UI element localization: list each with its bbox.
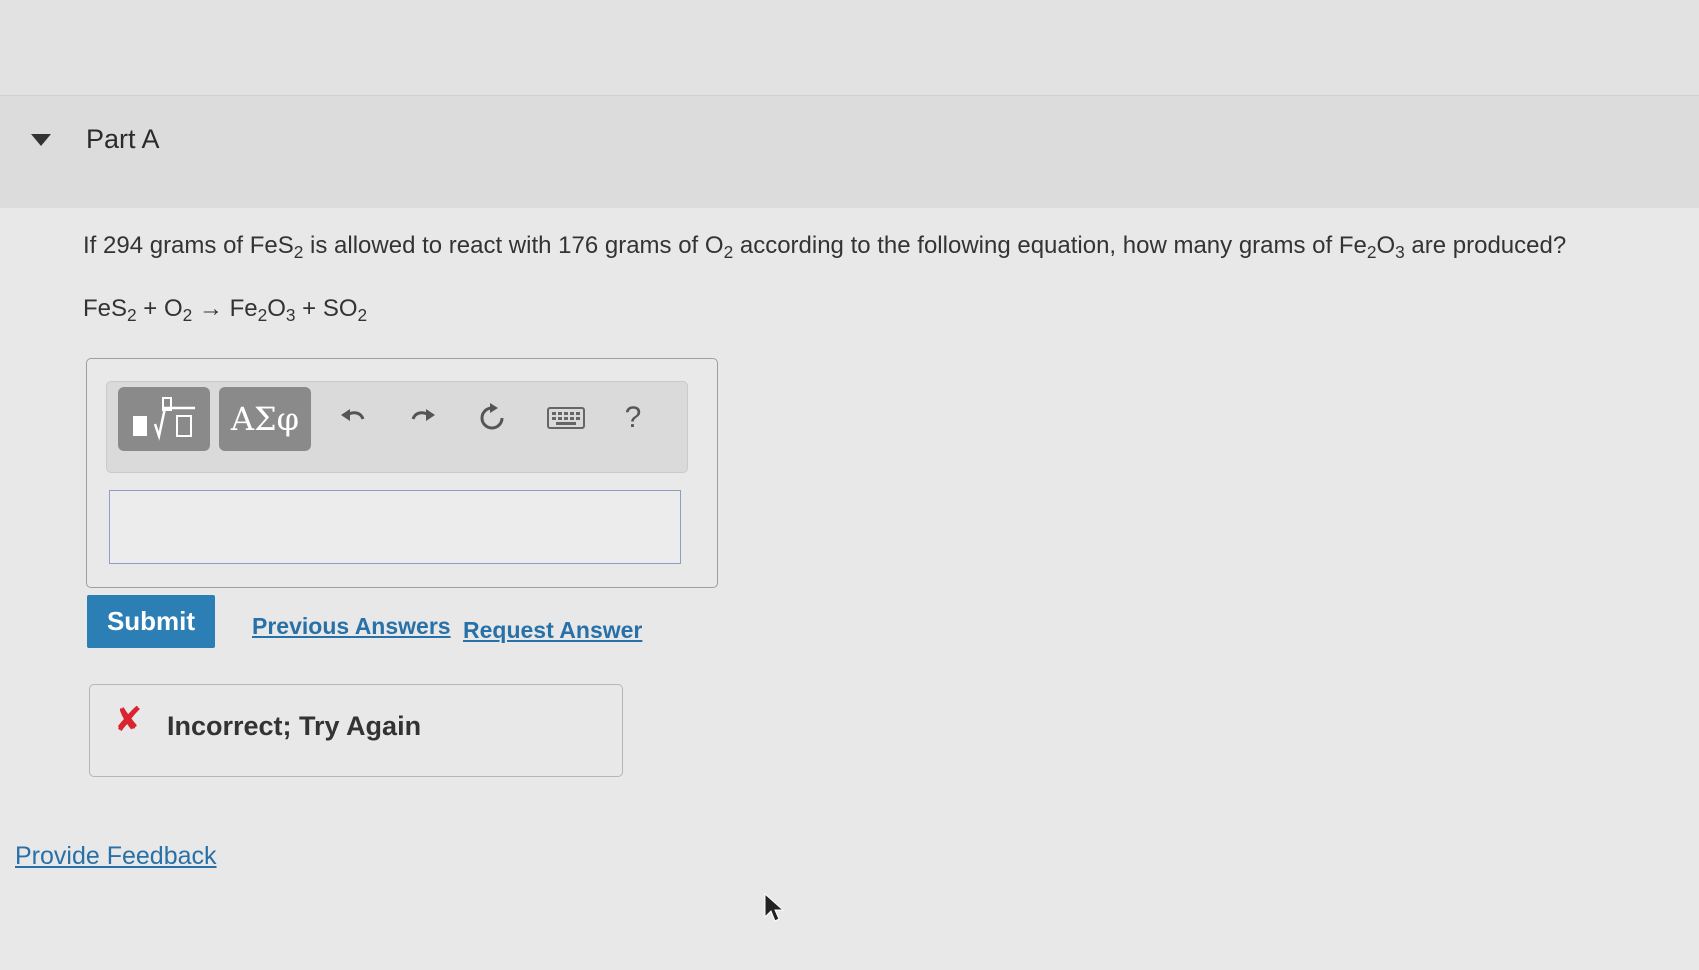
help-icon[interactable]: ?	[613, 396, 653, 440]
part-header	[0, 96, 1699, 208]
greek-symbols-button[interactable]: ΑΣφ	[219, 387, 311, 451]
collapse-triangle-icon[interactable]	[30, 133, 52, 147]
redo-icon[interactable]	[403, 396, 443, 440]
submit-button[interactable]: Submit	[87, 595, 215, 648]
top-band	[0, 0, 1699, 96]
provide-feedback-link[interactable]: Provide Feedback	[15, 842, 217, 871]
question-text: If 294 grams of FeS2 is allowed to react…	[83, 232, 1567, 263]
chemical-equation: FeS2 + O2 → Fe2O3 + SO2	[83, 295, 368, 326]
reset-icon[interactable]	[472, 396, 512, 440]
templates-button[interactable]	[118, 387, 210, 451]
part-title: Part A	[86, 124, 160, 154]
math-toolbar: ΑΣφ ?	[106, 381, 688, 473]
templates-icon	[133, 397, 195, 441]
request-answer-link[interactable]: Request Answer	[463, 617, 642, 644]
keyboard-icon[interactable]	[541, 396, 591, 440]
previous-answers-link[interactable]: Previous Answers	[252, 613, 451, 640]
feedback-message: Incorrect; Try Again	[167, 711, 422, 741]
undo-icon[interactable]	[333, 396, 373, 440]
incorrect-x-icon: ✘	[114, 700, 143, 740]
answer-input[interactable]	[109, 490, 681, 564]
mouse-pointer-icon	[764, 892, 785, 928]
